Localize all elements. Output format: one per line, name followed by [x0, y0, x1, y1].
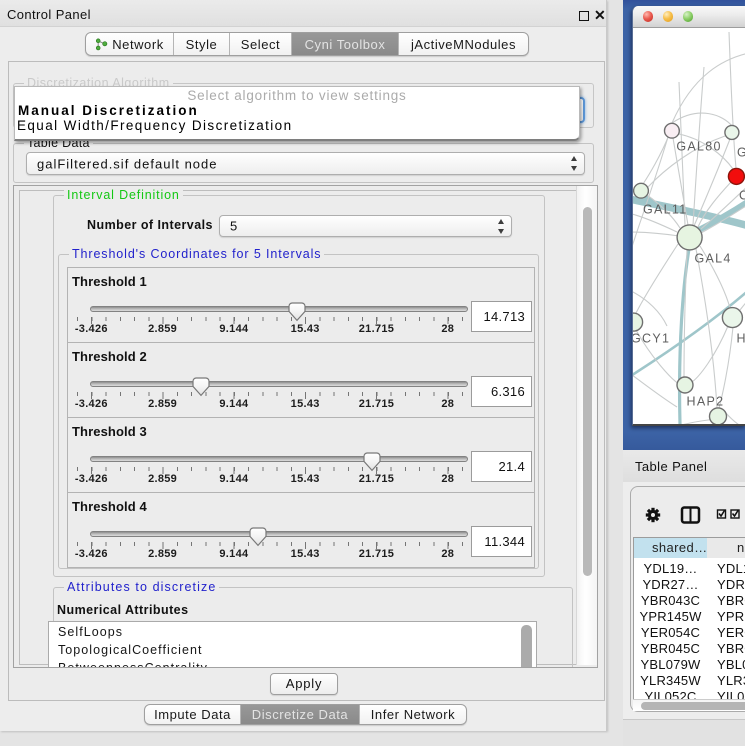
svg-text:GAL: GAL	[737, 146, 745, 160]
svg-text:HAP2: HAP2	[687, 395, 725, 409]
svg-text:GAL80: GAL80	[676, 140, 721, 154]
svg-text:GAL11: GAL11	[643, 203, 688, 217]
svg-text:GAL4: GAL4	[695, 252, 732, 266]
svg-text:H: H	[737, 332, 745, 346]
svg-text:GCY1: GCY1	[633, 332, 670, 346]
svg-text:C: C	[739, 189, 745, 203]
